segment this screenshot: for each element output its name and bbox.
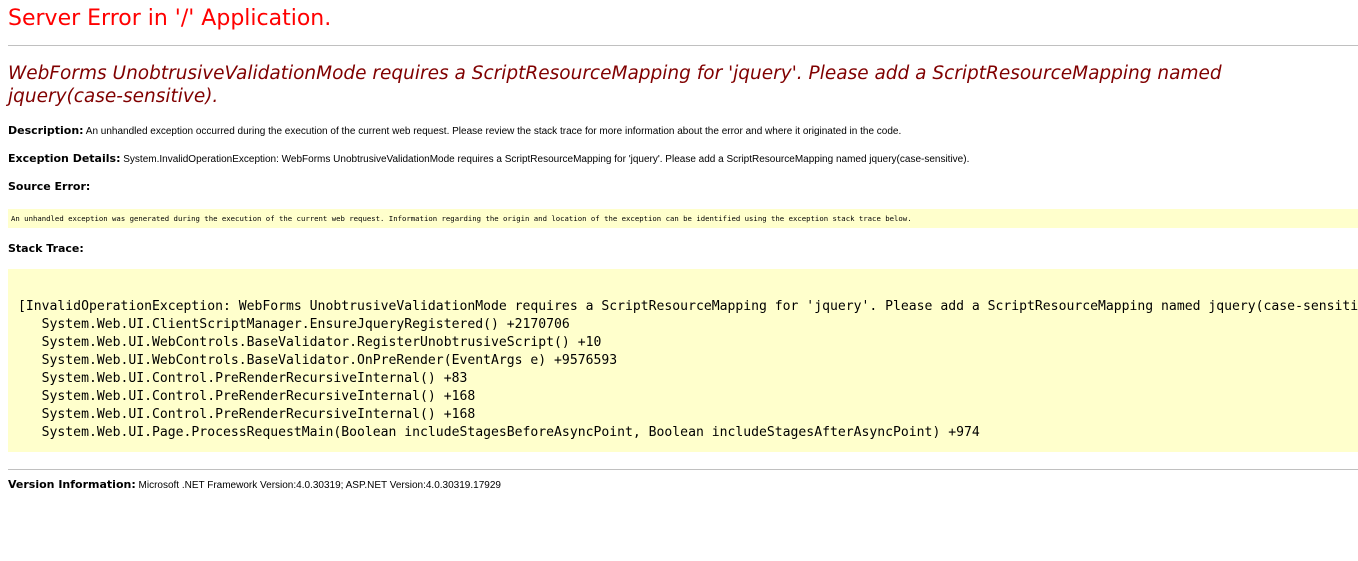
version-line: Version Information: Microsoft .NET Fram… [8, 478, 501, 493]
error-page: Server Error in '/' Application. WebForm… [0, 0, 1358, 561]
source-error-box: An unhandled exception was generated dur… [8, 209, 1358, 228]
description-label: Description: [8, 124, 84, 137]
source-error-label: Source Error: [8, 180, 91, 193]
stack-trace-line: System.Web.UI.ClientScriptManager.Ensure… [18, 317, 570, 332]
error-message: WebForms UnobtrusiveValidationMode requi… [8, 63, 1222, 107]
stack-trace-line: System.Web.UI.Control.PreRenderRecursive… [18, 371, 468, 386]
description-line: Description: An unhandled exception occu… [8, 124, 901, 139]
stack-trace-line: [InvalidOperationException: WebForms Uno… [18, 299, 1358, 314]
top-divider [8, 45, 1358, 46]
exception-details-text: System.InvalidOperationException: WebFor… [123, 154, 970, 165]
stack-trace-line: System.Web.UI.Page.ProcessRequestMain(Bo… [18, 425, 980, 440]
stack-trace-label: Stack Trace: [8, 242, 84, 255]
exception-details-line: Exception Details: System.InvalidOperati… [8, 152, 969, 167]
stack-trace-heading: Stack Trace: [8, 242, 84, 257]
version-text: Microsoft .NET Framework Version:4.0.303… [138, 480, 501, 491]
description-text: An unhandled exception occurred during t… [85, 126, 902, 137]
source-error-heading: Source Error: [8, 180, 90, 195]
version-label: Version Information: [8, 478, 136, 491]
source-error-text: An unhandled exception was generated dur… [11, 214, 912, 223]
stack-trace-line: System.Web.UI.WebControls.BaseValidator.… [18, 335, 602, 350]
stack-trace-line: System.Web.UI.Control.PreRenderRecursive… [18, 407, 476, 422]
stack-trace-line: System.Web.UI.WebControls.BaseValidator.… [18, 353, 618, 368]
stack-trace-line: System.Web.UI.Control.PreRenderRecursive… [18, 389, 476, 404]
bottom-divider [8, 469, 1358, 470]
stack-trace-box: [InvalidOperationException: WebForms Uno… [8, 269, 1358, 452]
stack-trace-text: [InvalidOperationException: WebForms Uno… [18, 298, 1358, 442]
exception-details-label: Exception Details: [8, 152, 121, 165]
page-title: Server Error in '/' Application. [8, 6, 332, 31]
